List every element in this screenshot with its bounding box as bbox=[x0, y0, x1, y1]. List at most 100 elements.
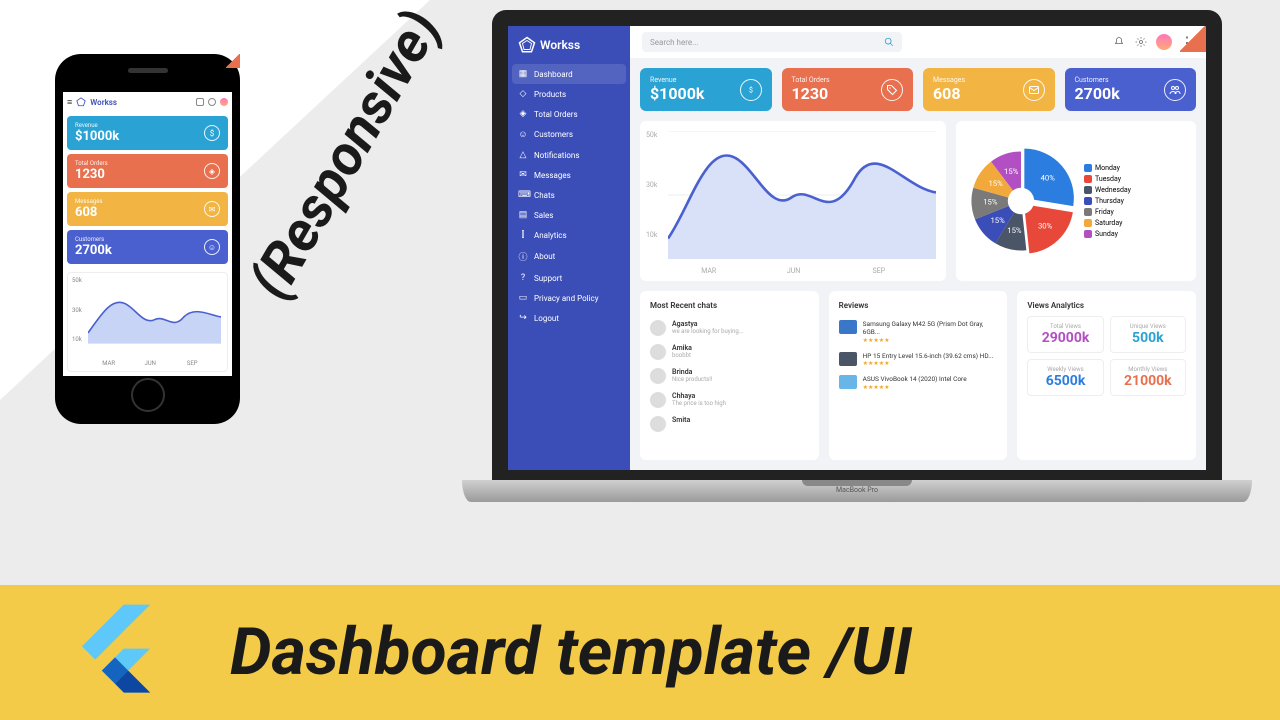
kpi-row: Revenue$1000k $ Total Orders1230 Message… bbox=[640, 68, 1196, 111]
flutter-logo-icon bbox=[60, 598, 170, 708]
legend-item: Sunday bbox=[1084, 230, 1131, 238]
avatar bbox=[650, 416, 666, 432]
analytics-icon: ⫿ bbox=[518, 230, 528, 240]
sidebar-item-about[interactable]: ⓘ About bbox=[508, 245, 630, 268]
sidebar-item-privacy-and-policy[interactable]: ▭ Privacy and Policy bbox=[508, 288, 630, 308]
svg-text:15%: 15% bbox=[990, 216, 1005, 225]
sidebar-item-label: Total Orders bbox=[534, 110, 578, 119]
views-box: Monthly Views 21000k bbox=[1110, 359, 1186, 396]
svg-text:40%: 40% bbox=[1041, 173, 1056, 182]
pie-chart: 40%30%15%15%15%15%15% bbox=[966, 146, 1076, 256]
bell-icon[interactable] bbox=[196, 98, 204, 106]
sidebar-item-customers[interactable]: ☺ Customers bbox=[508, 124, 630, 145]
legend-item: Monday bbox=[1084, 164, 1131, 172]
sidebar-item-analytics[interactable]: ⫿ Analytics bbox=[508, 225, 630, 245]
about-icon: ⓘ bbox=[518, 250, 528, 263]
product-thumb bbox=[839, 375, 857, 389]
logout-icon: ↪ bbox=[518, 313, 528, 323]
panel-heading: Views Analytics bbox=[1027, 301, 1186, 310]
messages-icon: ✉ bbox=[518, 170, 528, 180]
kpi-card[interactable]: Revenue$1000k $ bbox=[67, 116, 228, 150]
support-icon: ? bbox=[518, 273, 528, 283]
sidebar-item-dashboard[interactable]: ▦ Dashboard bbox=[512, 64, 626, 84]
corner-ribbon bbox=[1180, 26, 1206, 52]
kpi-card[interactable]: Customers2700k ☺ bbox=[67, 230, 228, 264]
sidebar-item-sales[interactable]: ▤ Sales bbox=[508, 205, 630, 225]
panel-heading: Reviews bbox=[839, 301, 998, 310]
sidebar-item-products[interactable]: ◇ Products bbox=[508, 84, 630, 104]
sidebar-item-support[interactable]: ? Support bbox=[508, 268, 630, 288]
kpi-card-revenue[interactable]: Revenue$1000k $ bbox=[640, 68, 772, 111]
dashboard-app: Workss ▦ Dashboard ◇ Products ◈ Total Or… bbox=[508, 26, 1206, 470]
sidebar-item-label: Privacy and Policy bbox=[534, 294, 599, 303]
pie-legend: Monday Tuesday Wednesday Thursday Friday Satu… bbox=[1084, 164, 1131, 238]
kpi-card-customers[interactable]: Customers2700k bbox=[1065, 68, 1197, 111]
sidebar-item-label: Customers bbox=[534, 130, 573, 139]
chat-item[interactable]: BrindaNice products!! bbox=[650, 364, 809, 388]
search-input[interactable]: Search here... bbox=[642, 32, 902, 52]
legend-item: Friday bbox=[1084, 208, 1131, 216]
kpi-card-total-orders[interactable]: Total Orders1230 bbox=[782, 68, 914, 111]
chat-item[interactable]: Agastyawe are looking for buying... bbox=[650, 316, 809, 340]
phone-area-chart: 50k 30k 10k MAR JUN SEP bbox=[67, 272, 228, 372]
logo-icon bbox=[76, 97, 86, 107]
area-chart-panel: 50k 30k 10k MAR JUN bbox=[640, 121, 946, 281]
legend-item: Wednesday bbox=[1084, 186, 1131, 194]
privacy and policy-icon: ▭ bbox=[518, 293, 528, 303]
sidebar-item-label: Sales bbox=[534, 211, 553, 220]
reviews-panel: Reviews Samsung Galaxy M42 5G (Prism Dot… bbox=[829, 291, 1008, 460]
sidebar: Workss ▦ Dashboard ◇ Products ◈ Total Or… bbox=[508, 26, 630, 470]
svg-text:15%: 15% bbox=[983, 198, 998, 207]
chats-icon: ⌨ bbox=[518, 190, 528, 200]
settings-icon[interactable] bbox=[208, 98, 216, 106]
svg-text:30%: 30% bbox=[1038, 222, 1053, 231]
main-area: Search here... ⋮ Revenue$1000k $ Total O… bbox=[630, 26, 1206, 470]
laptop-base: MacBook Pro bbox=[462, 480, 1252, 502]
avatar[interactable] bbox=[220, 98, 228, 106]
phone-screen: ≡ Workss Revenue$1000k $ Total Orders123… bbox=[63, 92, 232, 376]
sidebar-item-total-orders[interactable]: ◈ Total Orders bbox=[508, 104, 630, 124]
legend-item: Saturday bbox=[1084, 219, 1131, 227]
avatar[interactable] bbox=[1156, 34, 1172, 50]
svg-text:15%: 15% bbox=[1007, 226, 1022, 235]
total orders-icon: ◈ bbox=[518, 109, 528, 119]
avatar bbox=[650, 320, 666, 336]
kpi-card-messages[interactable]: Messages608 bbox=[923, 68, 1055, 111]
panel-heading: Most Recent chats bbox=[650, 301, 809, 310]
legend-item: Thursday bbox=[1084, 197, 1131, 205]
sidebar-item-chats[interactable]: ⌨ Chats bbox=[508, 185, 630, 205]
sidebar-item-notifications[interactable]: △ Notifications bbox=[508, 145, 630, 165]
review-item[interactable]: ASUS VivoBook 14 (2020) Intel Core★★★★★ bbox=[839, 371, 998, 394]
review-item[interactable]: Samsung Galaxy M42 5G (Prism Dot Gray, 6… bbox=[839, 316, 998, 348]
dashboard-icon: ▦ bbox=[518, 69, 528, 79]
review-item[interactable]: HP 15 Entry Level 15.6-inch (39.62 cms) … bbox=[839, 348, 998, 371]
recent-chats-panel: Most Recent chats Agastyawe are looking … bbox=[640, 291, 819, 460]
sidebar-item-label: Products bbox=[534, 90, 566, 99]
sidebar-item-logout[interactable]: ↪ Logout bbox=[508, 308, 630, 328]
chat-item[interactable]: Smita bbox=[650, 412, 809, 436]
pie-chart-panel: 40%30%15%15%15%15%15% MondayTuesdayWedne… bbox=[956, 121, 1196, 281]
svg-text:15%: 15% bbox=[1004, 167, 1019, 176]
search-icon bbox=[884, 37, 894, 47]
sidebar-item-label: Chats bbox=[534, 191, 555, 200]
product-thumb bbox=[839, 320, 857, 334]
customers-icon: ☺ bbox=[518, 129, 528, 140]
area-chart bbox=[668, 131, 936, 259]
legend-item: Tuesday bbox=[1084, 175, 1131, 183]
sidebar-item-label: Notifications bbox=[534, 151, 579, 160]
hamburger-icon[interactable]: ≡ bbox=[67, 97, 72, 108]
sidebar-item-label: Logout bbox=[534, 314, 559, 323]
svg-text:$: $ bbox=[749, 86, 753, 94]
chat-item[interactable]: Amikaboobbt bbox=[650, 340, 809, 364]
sidebar-brand[interactable]: Workss bbox=[508, 36, 630, 64]
kpi-card[interactable]: Messages608 ✉ bbox=[67, 192, 228, 226]
brand-name: Workss bbox=[90, 98, 192, 107]
sidebar-item-messages[interactable]: ✉ Messages bbox=[508, 165, 630, 185]
sidebar-item-label: Support bbox=[534, 274, 562, 283]
bell-icon[interactable] bbox=[1112, 35, 1126, 49]
sales-icon: ▤ bbox=[518, 210, 528, 220]
settings-icon[interactable] bbox=[1134, 35, 1148, 49]
laptop-mockup: Workss ▦ Dashboard ◇ Products ◈ Total Or… bbox=[462, 10, 1252, 502]
kpi-card[interactable]: Total Orders1230 ◈ bbox=[67, 154, 228, 188]
chat-item[interactable]: ChhayaThe price is too high bbox=[650, 388, 809, 412]
